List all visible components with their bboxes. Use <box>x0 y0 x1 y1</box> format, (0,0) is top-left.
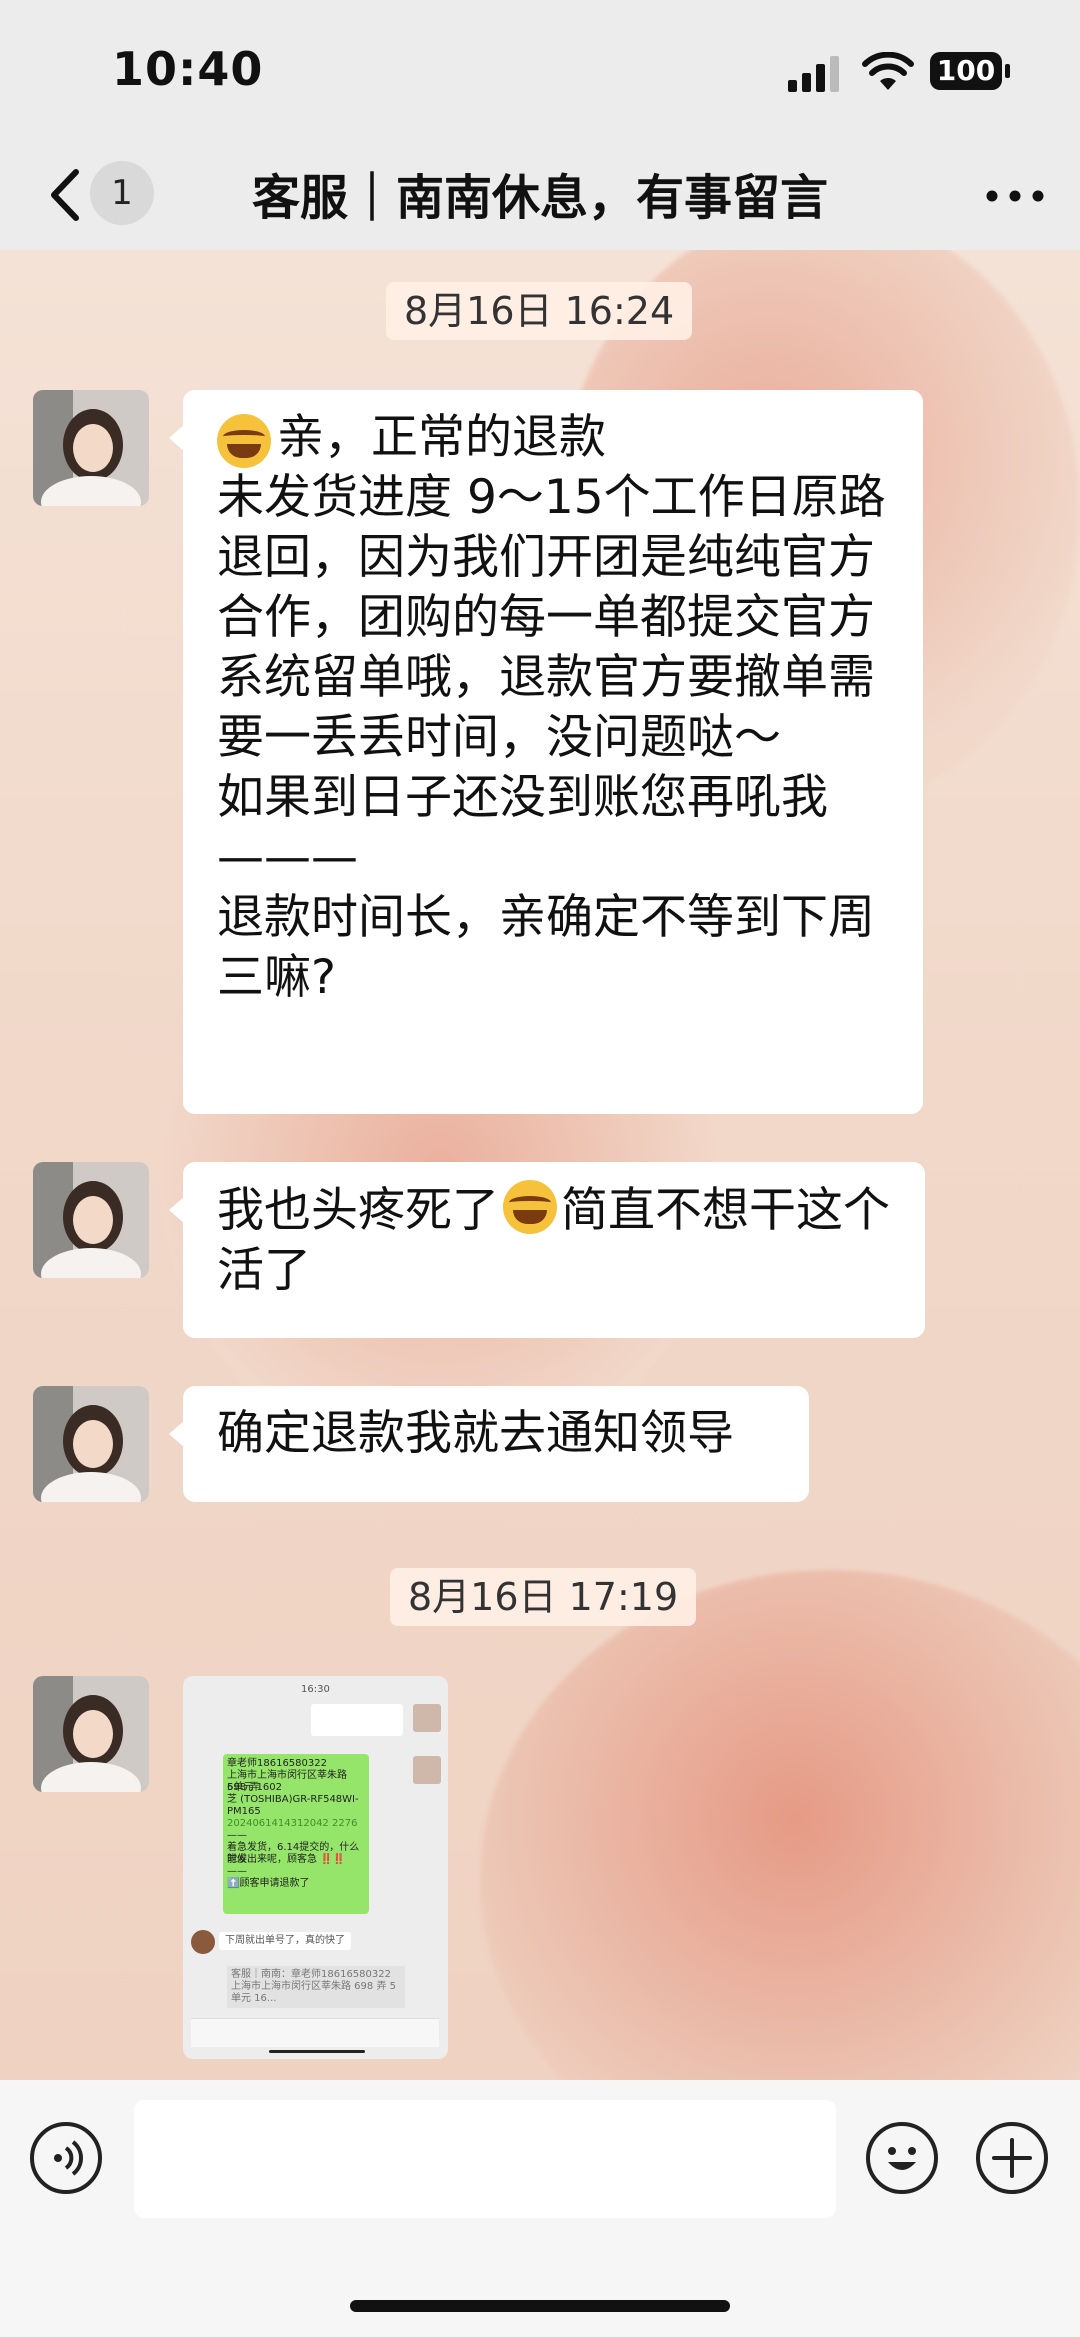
battery-level: 100 <box>936 54 996 87</box>
thumb-line: PM165 <box>227 1806 261 1817</box>
avatar-image <box>33 1162 149 1278</box>
thumb-line: 2024061414312042 2276 <box>227 1818 358 1829</box>
thumb-line: —— <box>227 1866 247 1877</box>
thumb-avatar <box>413 1704 441 1732</box>
message-text: 我也头疼死了 简直不想干这个活了 <box>217 1180 891 1301</box>
message-bubble[interactable]: 亲，正常的退款 未发货进度 9～15个工作日原路退回，因为我们开团是纯纯官方合作… <box>169 390 923 1114</box>
thumb-home-indicator <box>269 2050 365 2053</box>
timestamp: 8月16日 16:24 <box>386 282 693 340</box>
thumb-line: —— <box>227 1830 247 1841</box>
message-text-part: 我也头疼死了 <box>217 1183 499 1238</box>
thumb-bubble <box>311 1704 403 1736</box>
home-indicator <box>350 2300 730 2312</box>
avatar[interactable] <box>33 1162 149 1278</box>
avatar[interactable] <box>33 1676 149 1792</box>
voice-icon <box>54 2140 83 2176</box>
avatar-image <box>33 1676 149 1792</box>
thumb-line: 章老师18616580322 <box>227 1758 327 1769</box>
thumb-quote: 客服｜南南：章老师18616580322 上海市上海市闵行区莘朱路 698 弄 … <box>227 1966 405 2008</box>
crying-emoji-icon <box>217 414 271 468</box>
thumb-line: 芝 (TOSHIBA)GR-RF548WI- <box>227 1794 359 1805</box>
message-text: 确定退款我就去通知领导 <box>217 1406 734 1461</box>
timestamp: 8月16日 17:19 <box>390 1568 697 1626</box>
avatar-image <box>33 390 149 506</box>
thumb-line: ⬆️顾客申请退款了 <box>227 1878 310 1889</box>
thumb-green-bubble: 章老师18616580322 上海市上海市闵行区莘朱路 698 弄 5单元 16… <box>223 1754 369 1914</box>
plus-icon <box>992 2138 1032 2178</box>
more-icon[interactable] <box>986 190 1044 202</box>
signal-icon <box>788 56 839 92</box>
avatar[interactable] <box>33 390 149 506</box>
thumb-reply: 下周就出单号了，真的快了 <box>219 1932 351 1950</box>
wifi-icon <box>862 52 914 90</box>
battery-tip <box>1005 64 1010 78</box>
emoji-icon <box>888 2147 916 2170</box>
thumb-avatar <box>191 1930 215 1954</box>
chat-header: 1 客服｜南南休息，有事留言 <box>0 140 1080 251</box>
message-text: 亲，正常的退款 未发货进度 9～15个工作日原路退回，因为我们开团是纯纯官方合作… <box>217 410 886 1005</box>
voice-button[interactable] <box>30 2122 102 2194</box>
status-bar: 10:40 100 <box>0 0 1080 140</box>
chat-title: 客服｜南南休息，有事留言 <box>251 170 828 226</box>
thumb-time: 16:30 <box>301 1684 330 1695</box>
crying-emoji-icon <box>503 1180 557 1234</box>
status-time: 10:40 <box>112 42 264 96</box>
message-bubble[interactable]: 我也头疼死了 简直不想干这个活了 <box>169 1162 925 1338</box>
image-message[interactable]: 16:30 章老师18616580322 上海市上海市闵行区莘朱路 698 弄 … <box>183 1676 448 2059</box>
plus-button[interactable] <box>976 2122 1048 2194</box>
avatar[interactable] <box>33 1386 149 1502</box>
message-bubble[interactable]: 确定退款我就去通知领导 <box>169 1386 809 1502</box>
thumb-avatar <box>413 1756 441 1784</box>
battery-icon: 100 <box>930 52 1002 90</box>
thumb-inputbar <box>191 2018 439 2047</box>
thumb-line: 能发出来呢，顾客急 ‼️‼️ <box>227 1854 346 1865</box>
message-input[interactable] <box>134 2100 836 2218</box>
emoji-button[interactable] <box>866 2122 938 2194</box>
avatar-image <box>33 1386 149 1502</box>
thumb-line: 5单元 1602 <box>227 1782 282 1793</box>
